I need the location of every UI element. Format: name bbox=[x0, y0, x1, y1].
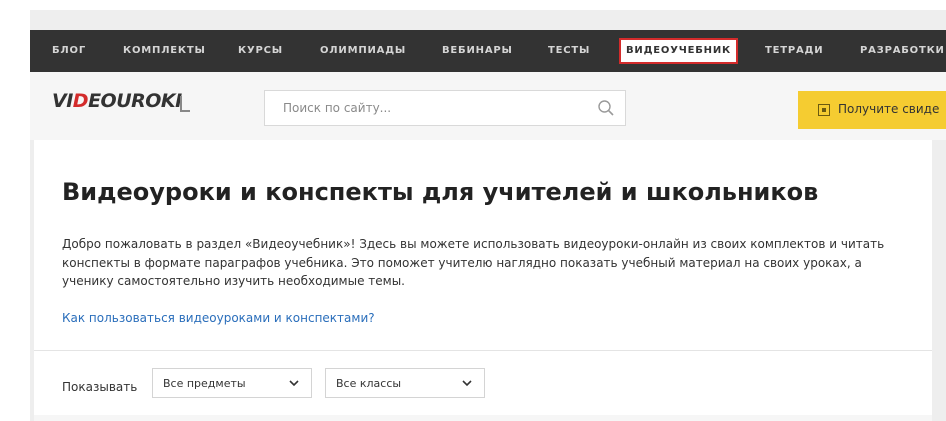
nav-item-kits[interactable]: КОМПЛЕКТЫ bbox=[123, 30, 206, 72]
logo-accent: D bbox=[72, 90, 89, 112]
logo-prefix: VI bbox=[52, 90, 73, 112]
search-icon[interactable] bbox=[597, 99, 615, 117]
divider bbox=[34, 350, 932, 351]
get-certificate-button[interactable]: Получите свиде bbox=[798, 91, 946, 129]
page-title: Видеоуроки и конспекты для учителей и шк… bbox=[62, 178, 819, 206]
intro-text: Добро пожаловать в раздел «Видеоучебник»… bbox=[62, 237, 885, 288]
chevron-down-icon bbox=[462, 380, 472, 387]
nav-item-courses[interactable]: КУРСЫ bbox=[238, 30, 283, 72]
page-frame: БЛОГ КОМПЛЕКТЫ КУРСЫ ОЛИМПИАДЫ ВЕБИНАРЫ … bbox=[30, 10, 946, 421]
class-select[interactable]: Все классы bbox=[325, 368, 485, 398]
help-link[interactable]: Как пользоваться видеоуроками и конспект… bbox=[62, 311, 375, 325]
show-label: Показывать bbox=[62, 380, 138, 394]
main-content-card: Видеоуроки и конспекты для учителей и шк… bbox=[34, 140, 932, 421]
bottom-strip bbox=[34, 415, 932, 421]
subject-select-value: Все предметы bbox=[163, 377, 246, 390]
site-header: VIDEOUROKI Получите свиде bbox=[30, 72, 946, 140]
subject-select[interactable]: Все предметы bbox=[152, 368, 312, 398]
nav-item-notebooks[interactable]: ТЕТРАДИ bbox=[765, 30, 823, 72]
nav-item-tests[interactable]: ТЕСТЫ bbox=[548, 30, 590, 72]
logo-rest: EOUROKI bbox=[88, 90, 182, 112]
logo-mark-icon bbox=[180, 96, 190, 112]
site-logo[interactable]: VIDEOUROKI bbox=[52, 90, 182, 112]
chevron-down-icon bbox=[289, 380, 299, 387]
nav-item-blog[interactable]: БЛОГ bbox=[52, 30, 86, 72]
nav-item-videotextbook[interactable]: ВИДЕОУЧЕБНИК bbox=[619, 38, 738, 64]
nav-item-developments[interactable]: РАЗРАБОТКИ bbox=[860, 30, 945, 72]
search-box bbox=[264, 90, 626, 126]
nav-item-olympiads[interactable]: ОЛИМПИАДЫ bbox=[320, 30, 406, 72]
get-certificate-label: Получите свиде bbox=[838, 102, 940, 116]
nav-item-webinars[interactable]: ВЕБИНАРЫ bbox=[442, 30, 513, 72]
search-input[interactable] bbox=[265, 91, 603, 125]
class-select-value: Все классы bbox=[336, 377, 402, 390]
top-navigation: БЛОГ КОМПЛЕКТЫ КУРСЫ ОЛИМПИАДЫ ВЕБИНАРЫ … bbox=[30, 30, 946, 72]
certificate-icon bbox=[818, 104, 830, 116]
